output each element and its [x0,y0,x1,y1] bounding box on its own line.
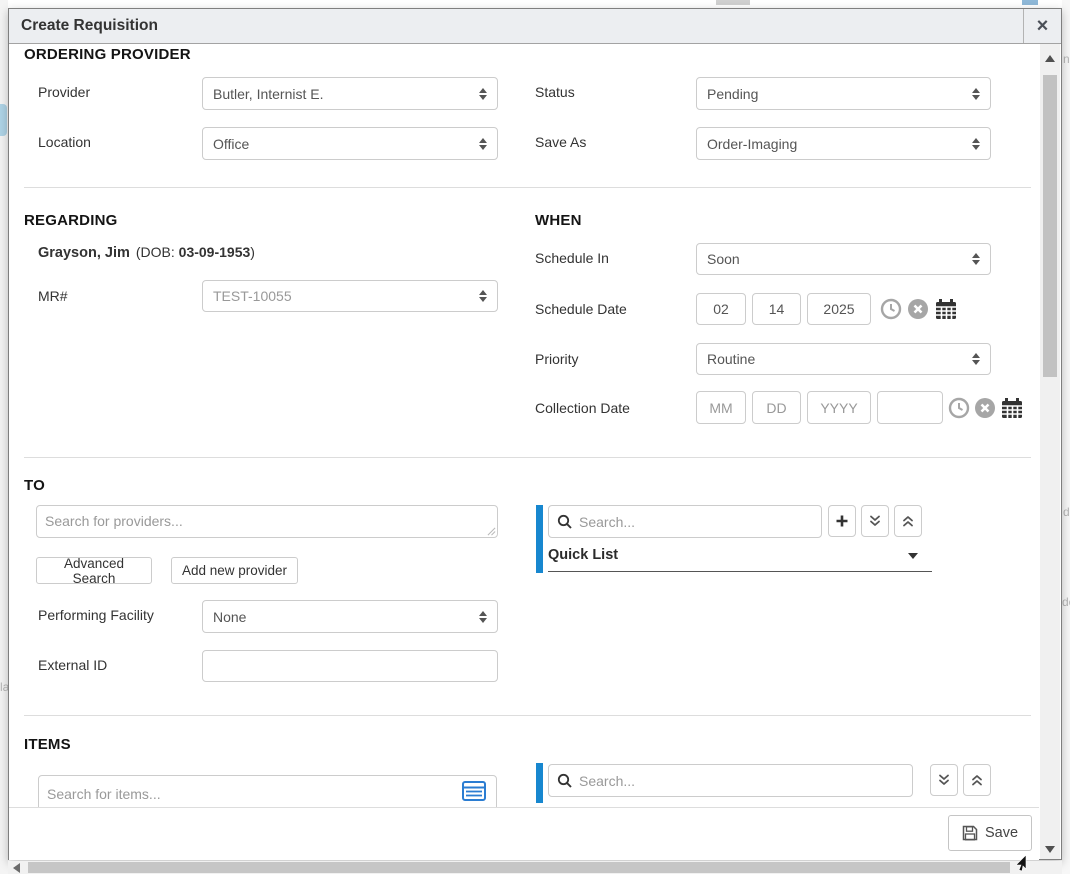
items-accent-bar [536,763,543,803]
to-search-box [548,505,822,538]
close-button[interactable]: × [1023,9,1061,43]
select-arrows-icon [972,138,980,150]
patient-name: Grayson, Jim [38,245,130,261]
patient-dob: (DOB: 03-09-1953) [136,244,255,260]
items-search-box [548,764,913,797]
section-divider [24,457,1031,458]
section-divider [24,715,1031,716]
save-icon [962,825,978,841]
backdrop-text-fragment: n [1063,52,1070,66]
provider-select[interactable]: Butler, Internist E. [202,77,498,110]
schedule-date-calendar-icon[interactable] [934,297,958,321]
chevron-double-up-icon [901,514,915,528]
backdrop-right [1062,0,1070,874]
provider-search-textarea[interactable] [36,505,498,538]
ordering-provider-heading: ORDERING PROVIDER [24,46,191,63]
quick-list-header[interactable]: Quick List [548,547,618,563]
items-collapse-all-button[interactable] [963,764,991,796]
status-select[interactable]: Pending [696,77,991,110]
location-select[interactable]: Office [202,127,498,160]
select-arrows-icon [479,290,487,302]
section-divider [24,187,1031,188]
quick-list-underline [548,571,932,572]
backdrop-fragment [1022,0,1038,5]
regarding-heading: REGARDING [24,212,117,229]
schedule-date-month-input[interactable] [696,293,746,325]
backdrop-button-fragment [0,104,7,136]
collection-date-month-input[interactable] [696,391,746,424]
scroll-down-arrow-icon[interactable] [1045,846,1055,853]
to-heading: TO [24,477,45,494]
backdrop-fragment [716,0,750,5]
mr-label: MR# [38,288,68,304]
to-search-input[interactable] [548,505,822,538]
add-new-provider-button[interactable]: Add new provider [171,557,298,584]
dialog-title: Create Requisition [9,17,158,35]
select-arrows-icon [479,88,487,100]
advanced-search-button[interactable]: Advanced Search [36,557,152,584]
chevron-double-up-icon [970,773,984,787]
select-arrows-icon [972,253,980,265]
status-label: Status [535,84,575,100]
schedule-date-label: Schedule Date [535,301,627,317]
vertical-scrollbar-thumb[interactable] [1043,75,1057,377]
dialog-header: Create Requisition × [9,9,1061,44]
collection-date-time-icon[interactable] [948,397,970,419]
schedule-date-year-input[interactable] [807,293,871,325]
scroll-left-arrow-icon[interactable] [13,863,20,873]
collection-date-time-input[interactable] [877,391,943,424]
save-as-select[interactable]: Order-Imaging [696,127,991,160]
select-arrows-icon [479,138,487,150]
quick-list-caret-icon[interactable] [908,553,918,559]
plus-icon [835,514,849,528]
collection-date-calendar-icon[interactable] [1000,396,1024,420]
expand-all-button[interactable] [861,505,889,537]
dialog-footer [9,807,1039,860]
quick-list-accent-bar [536,505,543,573]
select-arrows-icon [972,88,980,100]
select-arrows-icon [479,611,487,623]
backdrop-text-fragment: de [1062,595,1070,609]
when-heading: WHEN [535,212,582,229]
mouse-cursor [1014,855,1027,872]
location-label: Location [38,134,91,150]
horizontal-scrollbar-thumb[interactable] [28,862,1010,873]
close-icon: × [1037,15,1049,38]
screen: la n d de Create Requisition × ORDERING … [0,0,1070,874]
performing-facility-label: Performing Facility [38,607,154,623]
external-id-label: External ID [38,657,107,673]
performing-facility-select[interactable]: None [202,600,498,633]
collection-date-day-input[interactable] [752,391,801,424]
collection-date-label: Collection Date [535,400,630,416]
items-search-input[interactable] [548,764,913,797]
chevron-double-down-icon [937,773,951,787]
schedule-in-select[interactable]: Soon [696,243,991,275]
priority-label: Priority [535,351,579,367]
collection-date-clear-icon[interactable] [974,397,996,419]
backdrop-text-fragment: d [1063,505,1070,519]
item-list-icon[interactable] [462,781,486,801]
collection-date-year-input[interactable] [807,391,871,424]
schedule-in-label: Schedule In [535,250,609,266]
save-button[interactable]: Save [948,815,1032,851]
priority-select[interactable]: Routine [696,343,991,375]
collapse-all-button[interactable] [894,505,922,537]
add-quick-list-button[interactable] [828,505,856,537]
provider-label: Provider [38,84,90,100]
schedule-date-day-input[interactable] [752,293,801,325]
schedule-date-clear-icon[interactable] [907,298,929,320]
select-arrows-icon [972,353,980,365]
items-heading: ITEMS [24,736,71,753]
patient-info: Grayson, Jim (DOB: 03-09-1953) [38,244,255,261]
search-icon [557,514,573,530]
items-expand-all-button[interactable] [930,764,958,796]
external-id-input[interactable] [202,650,498,682]
scroll-up-arrow-icon[interactable] [1045,55,1055,62]
chevron-double-down-icon [868,514,882,528]
search-icon [557,773,573,789]
schedule-date-time-icon[interactable] [880,298,902,320]
mr-select[interactable]: TEST-10055 [202,280,498,312]
save-as-label: Save As [535,134,586,150]
